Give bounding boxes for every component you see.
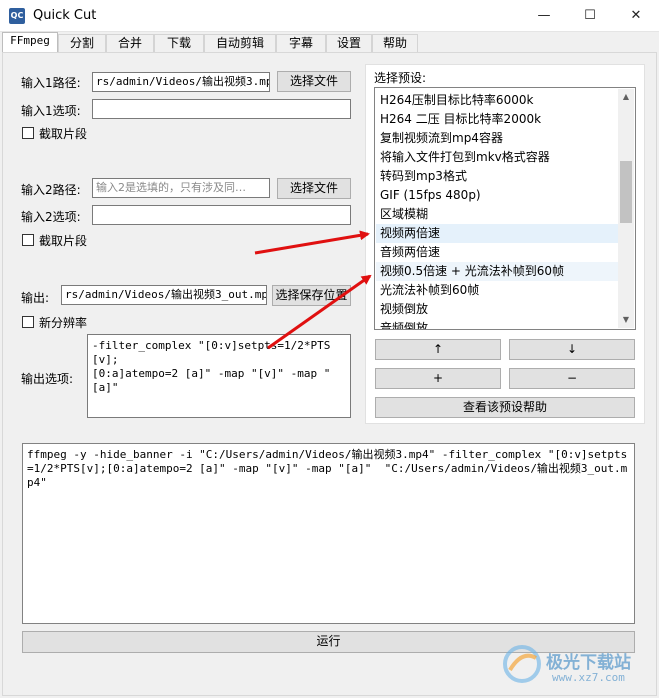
preset-item-selected[interactable]: 视频两倍速 — [376, 224, 619, 243]
output-options-label: 输出选项: — [21, 372, 74, 386]
input2-clip-checkbox[interactable] — [22, 234, 34, 246]
input2-choose-file-button[interactable]: 选择文件 — [277, 178, 351, 199]
input1-choose-file-button[interactable]: 选择文件 — [277, 71, 351, 92]
output-label: 输出: — [21, 291, 50, 305]
maximize-button[interactable]: ☐ — [567, 0, 613, 31]
preset-item[interactable]: GIF (15fps 480p) — [376, 186, 619, 205]
preset-item[interactable]: 转码到mp3格式 — [376, 167, 619, 186]
watermark-logo-icon — [503, 645, 541, 683]
tab-subtitles[interactable]: 字幕 — [276, 34, 326, 52]
tab-merge[interactable]: 合并 — [106, 34, 154, 52]
scroll-down-icon[interactable]: ▼ — [618, 312, 634, 328]
watermark: 极光下载站 www.xz7.com — [500, 640, 650, 690]
preset-item[interactable]: 视频倒放 — [376, 300, 619, 319]
input2-path-field[interactable]: 输入2是选填的，只有涉及同… — [92, 178, 270, 198]
preset-item[interactable]: 音频两倍速 — [376, 243, 619, 262]
input2-options-field[interactable] — [92, 205, 351, 225]
watermark-url: www.xz7.com — [552, 671, 625, 684]
new-resolution-label: 新分辨率 — [39, 316, 88, 330]
preset-item[interactable]: H264压制目标比特率6000k — [376, 91, 619, 110]
tab-auto-edit[interactable]: 自动剪辑 — [204, 34, 276, 52]
preset-item[interactable]: 光流法补帧到60帧 — [376, 281, 619, 300]
preset-item[interactable]: H264 二压 目标比特率2000k — [376, 110, 619, 129]
watermark-text: 极光下载站 — [546, 653, 631, 673]
preset-label: 选择预设: — [374, 71, 427, 85]
scroll-thumb[interactable] — [620, 161, 632, 223]
preset-remove-button[interactable]: − — [509, 368, 635, 389]
input1-path-field[interactable]: rs/admin/Videos/输出视频3.mp4 — [92, 72, 270, 92]
tab-ffmpeg[interactable]: FFmpeg — [2, 32, 58, 53]
command-preview[interactable]: ffmpeg -y -hide_banner -i "C:/Users/admi… — [22, 443, 635, 624]
output-path-field[interactable]: rs/admin/Videos/输出视频3_out.mp4 — [61, 285, 267, 305]
preset-move-up-button[interactable]: ↑ — [375, 339, 501, 360]
tab-settings[interactable]: 设置 — [326, 34, 372, 52]
preset-scrollbar[interactable]: ▲ ▼ — [618, 89, 634, 328]
preset-item[interactable]: 区域模糊 — [376, 205, 619, 224]
preset-list[interactable]: H264压制目标比特率6000k H264 二压 目标比特率2000k 复制视频… — [374, 87, 636, 330]
input2-path-label: 输入2路径: — [21, 183, 81, 197]
input1-options-field[interactable] — [92, 99, 351, 119]
preset-add-button[interactable]: + — [375, 368, 501, 389]
preset-help-button[interactable]: 查看该预设帮助 — [375, 397, 635, 418]
new-resolution-checkbox[interactable] — [22, 316, 34, 328]
preset-item[interactable]: 复制视频流到mp4容器 — [376, 129, 619, 148]
close-button[interactable]: ✕ — [613, 0, 659, 31]
input1-clip-label: 截取片段 — [39, 127, 88, 141]
window-title: Quick Cut — [33, 8, 97, 23]
preset-item[interactable]: 视频0.5倍速 + 光流法补帧到60帧 — [376, 262, 619, 281]
choose-save-location-button[interactable]: 选择保存位置 — [272, 285, 351, 306]
input1-options-label: 输入1选项: — [21, 104, 81, 118]
preset-move-down-button[interactable]: ↓ — [509, 339, 635, 360]
preset-item[interactable]: 音频倒放 — [376, 319, 619, 329]
title-bar: QC Quick Cut — ☐ ✕ — [0, 0, 659, 32]
output-options-textarea[interactable]: -filter_complex "[0:v]setpts=1/2*PTS[v];… — [87, 334, 351, 418]
app-icon: QC — [9, 8, 25, 24]
tab-download[interactable]: 下载 — [154, 34, 204, 52]
input2-options-label: 输入2选项: — [21, 210, 81, 224]
scroll-up-icon[interactable]: ▲ — [618, 89, 634, 105]
input1-path-label: 输入1路径: — [21, 76, 81, 90]
tab-split[interactable]: 分割 — [58, 34, 106, 52]
preset-item[interactable]: 将输入文件打包到mkv格式容器 — [376, 148, 619, 167]
input1-clip-checkbox[interactable] — [22, 127, 34, 139]
minimize-button[interactable]: — — [521, 0, 567, 31]
tab-help[interactable]: 帮助 — [372, 34, 418, 52]
input2-clip-label: 截取片段 — [39, 234, 88, 248]
